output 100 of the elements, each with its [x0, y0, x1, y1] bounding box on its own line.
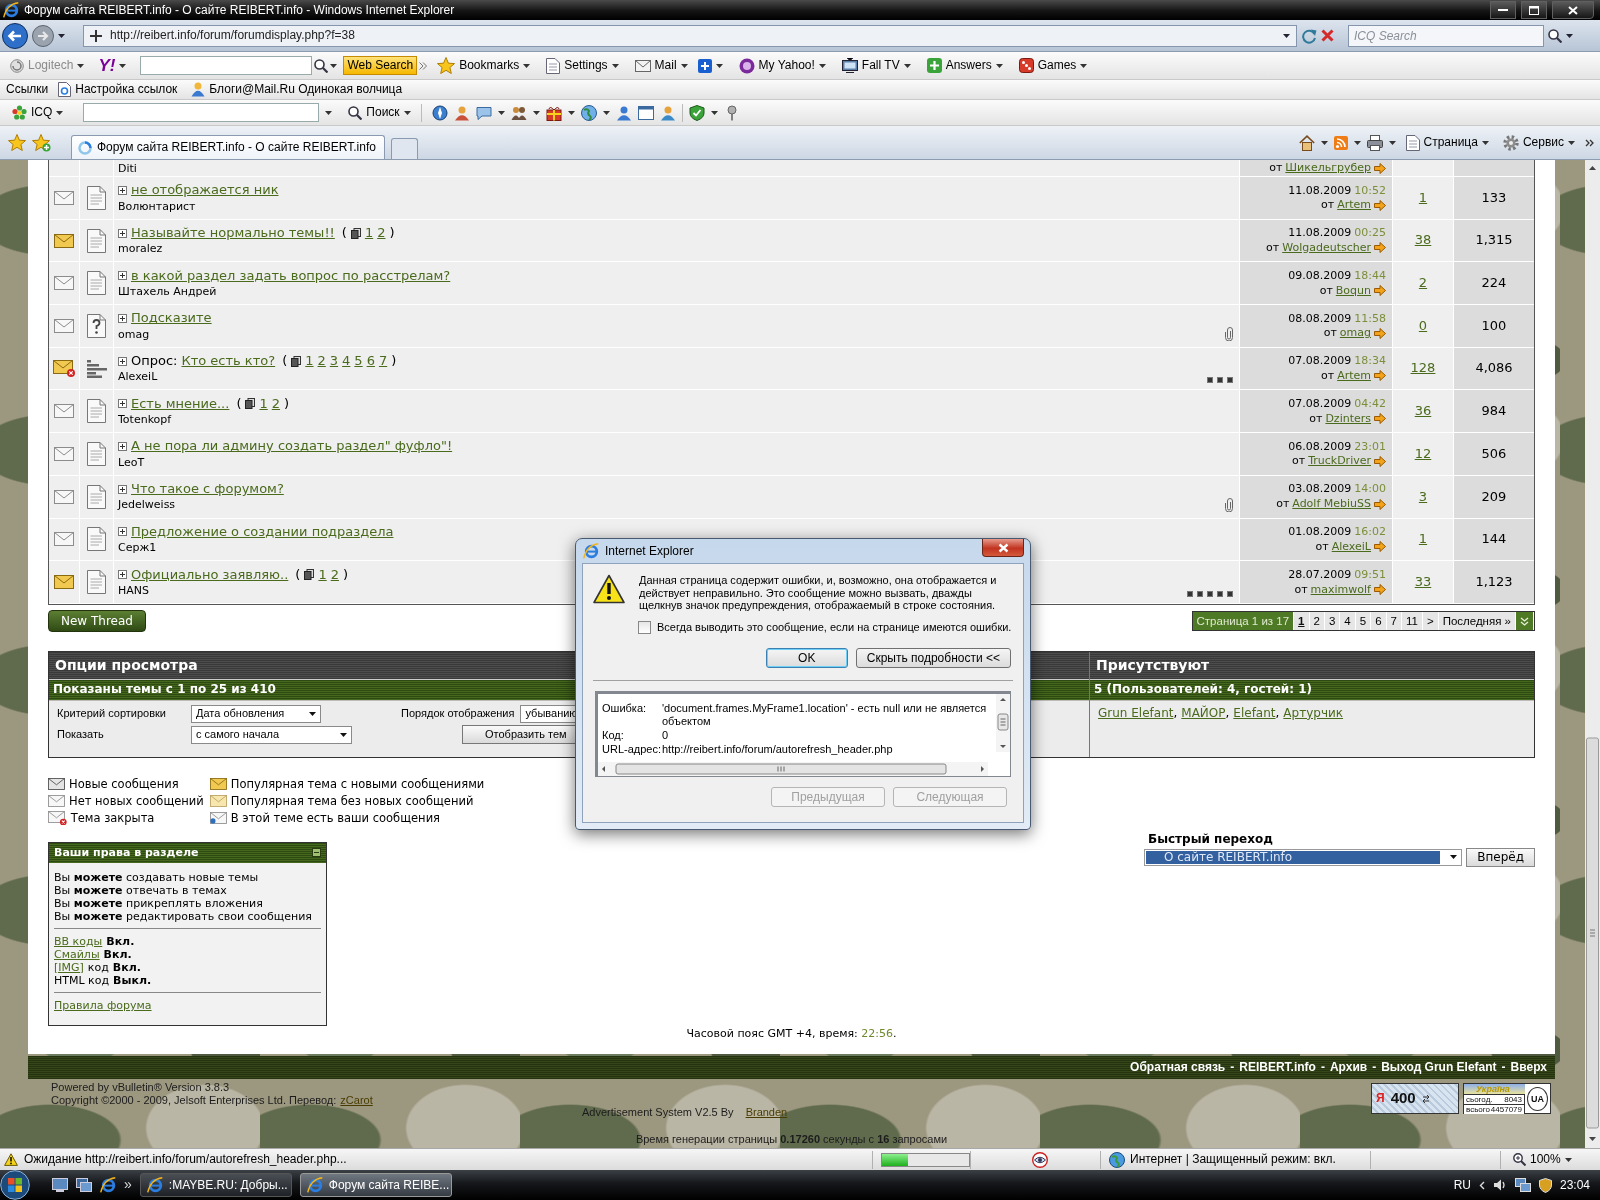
page-link[interactable]: 6 — [366, 353, 375, 370]
user-link[interactable]: МАЙОР — [1181, 705, 1226, 721]
collapse-icon[interactable] — [312, 848, 321, 858]
monitors-icon[interactable] — [1514, 1178, 1531, 1192]
scrollbar[interactable] — [996, 694, 1010, 753]
chevron-icon[interactable] — [1585, 138, 1594, 147]
page-link[interactable]: 1 — [1294, 612, 1310, 631]
thread-title-link[interactable]: не отображается ник — [131, 182, 279, 199]
yahoo-menu[interactable]: Y! — [94, 53, 131, 78]
address-field[interactable]: http://reibert.info/forum/forumdisplay.php?f=38 — [83, 24, 1297, 47]
last-post-user-link[interactable]: Boqun — [1335, 283, 1371, 298]
gift-icon[interactable] — [545, 104, 562, 121]
answers-menu[interactable]: Answers — [922, 57, 1007, 74]
hide-details-button[interactable]: Скрыть подробности << — [855, 648, 1011, 669]
last-post-user-link[interactable]: Wolgadeutscher — [1282, 241, 1371, 255]
expand-icon[interactable] — [118, 271, 127, 281]
bookmarks-menu[interactable]: Bookmarks — [433, 56, 535, 75]
last-post-user-link[interactable]: TruckDriver — [1308, 454, 1371, 469]
replies-link[interactable]: 128 — [1410, 360, 1436, 377]
thread-title-link[interactable]: А не пора ли админу создать раздел" фуфло"! — [131, 438, 453, 455]
expand-icon[interactable] — [118, 442, 127, 452]
caret-icon[interactable] — [1388, 140, 1396, 145]
settings-menu[interactable]: Settings — [542, 56, 623, 75]
maximize-button[interactable] — [1521, 1, 1547, 19]
last-post-user-link[interactable]: Dzinters — [1325, 411, 1371, 426]
scrollbar[interactable] — [1585, 160, 1600, 1148]
thread-title-link[interactable]: Официально заявляю.. — [131, 566, 289, 583]
page-link[interactable]: 2 — [377, 225, 386, 242]
arrow-icon[interactable] — [1374, 285, 1386, 297]
footer-link[interactable]: Вверх — [1510, 1060, 1547, 1075]
stacked-windows-icon[interactable] — [76, 1178, 92, 1192]
globe-icon[interactable] — [580, 104, 597, 121]
taskbar-button[interactable]: :MAYBE.RU: Добры... — [139, 1173, 292, 1197]
page-link[interactable]: 4 — [342, 353, 351, 370]
dropdown[interactable]: с самого начала — [191, 725, 352, 744]
caret-icon[interactable] — [532, 110, 540, 115]
icq-menu[interactable]: ICQ — [8, 104, 68, 121]
caret-icon[interactable] — [330, 63, 338, 68]
thread-title-link[interactable]: Подсказите — [131, 310, 212, 327]
thread-title-link[interactable]: Называйте нормально темы!! — [131, 225, 335, 242]
scrollbar[interactable] — [598, 762, 988, 777]
page-link[interactable]: 6 — [1371, 612, 1387, 631]
thread-title-link[interactable]: Кто есть кто? — [181, 353, 276, 370]
person-icon[interactable] — [659, 104, 676, 121]
people-icon[interactable] — [510, 104, 527, 121]
close-button[interactable] — [1552, 1, 1594, 19]
arrow-icon[interactable] — [1374, 541, 1386, 553]
setting-link[interactable]: BB коды — [54, 934, 103, 948]
expand-icon[interactable] — [118, 185, 127, 195]
caret-icon[interactable] — [325, 110, 333, 115]
rules-link[interactable]: Правила форума — [54, 998, 152, 1012]
thread-title-link[interactable]: Предложение о создании подраздела — [131, 523, 394, 541]
user-link[interactable]: Артурчик — [1283, 705, 1344, 721]
compass-icon[interactable] — [431, 104, 448, 121]
replies-link[interactable]: 3 — [1418, 488, 1428, 505]
browser-tab[interactable]: Форум сайта REIBERT.info - О сайте REIBERT.info — [71, 135, 385, 159]
replies-link[interactable]: 1 — [1418, 531, 1428, 548]
caret-icon[interactable] — [710, 110, 718, 115]
printer-icon[interactable] — [1366, 134, 1383, 151]
my-yahoo-menu[interactable]: My Yahoo! — [734, 56, 830, 75]
warning-icon[interactable] — [4, 1153, 18, 1166]
page-link[interactable]: 2 — [317, 353, 326, 370]
arrow-icon[interactable] — [1374, 242, 1386, 254]
person-icon[interactable] — [615, 104, 632, 121]
arrow-icon[interactable] — [1374, 199, 1386, 211]
replies-link[interactable]: 12 — [1414, 445, 1432, 463]
brand-menu[interactable]: Logitech — [6, 57, 89, 74]
last-page-link[interactable]: Последняя » — [1438, 612, 1516, 631]
last-post-user-link[interactable]: Artem — [1337, 198, 1371, 213]
caret-icon[interactable] — [1320, 140, 1328, 145]
thread-title-link[interactable]: в какой раздел задать вопрос по расстрелам? — [131, 267, 451, 284]
search-field[interactable]: ICQ Search — [1348, 24, 1544, 47]
page-menu[interactable]: Страница — [1401, 133, 1493, 152]
chat-icon[interactable] — [475, 104, 492, 121]
arrow-icon[interactable] — [1374, 413, 1386, 425]
page-link[interactable]: 7 — [378, 353, 388, 370]
last-post-user-link[interactable]: omag — [1339, 326, 1371, 341]
caret-icon[interactable] — [567, 110, 575, 115]
language-indicator[interactable]: RU — [1453, 1177, 1471, 1193]
page-link[interactable]: 1 — [364, 225, 374, 242]
setting-link[interactable]: [IMG] — [54, 960, 84, 974]
person-icon[interactable] — [453, 104, 470, 121]
replies-link[interactable]: 33 — [1414, 573, 1432, 591]
stop-icon[interactable] — [1321, 29, 1334, 42]
forum-select[interactable]: О сайте REIBERT.info — [1144, 848, 1463, 866]
start-orb-icon[interactable] — [0, 1170, 30, 1200]
speaker-icon[interactable] — [1492, 1178, 1507, 1192]
arrow-icon[interactable] — [1374, 370, 1386, 382]
page-link[interactable]: 5 — [354, 353, 363, 370]
ads-author-link[interactable]: Branden — [745, 1106, 788, 1119]
refresh-icon[interactable] — [1301, 27, 1317, 44]
more-button[interactable]: » — [124, 1176, 132, 1194]
footer-link[interactable]: REIBERT.info — [1239, 1060, 1316, 1075]
page-link[interactable]: 1 — [259, 395, 268, 413]
tools-menu[interactable]: Сервис — [1498, 133, 1579, 152]
caret-icon[interactable] — [1566, 33, 1573, 38]
last-post-user-link[interactable]: maximwolf — [1310, 582, 1371, 597]
search-field[interactable] — [140, 56, 313, 75]
expand-icon[interactable] — [118, 356, 127, 366]
caret-icon[interactable] — [58, 33, 65, 38]
